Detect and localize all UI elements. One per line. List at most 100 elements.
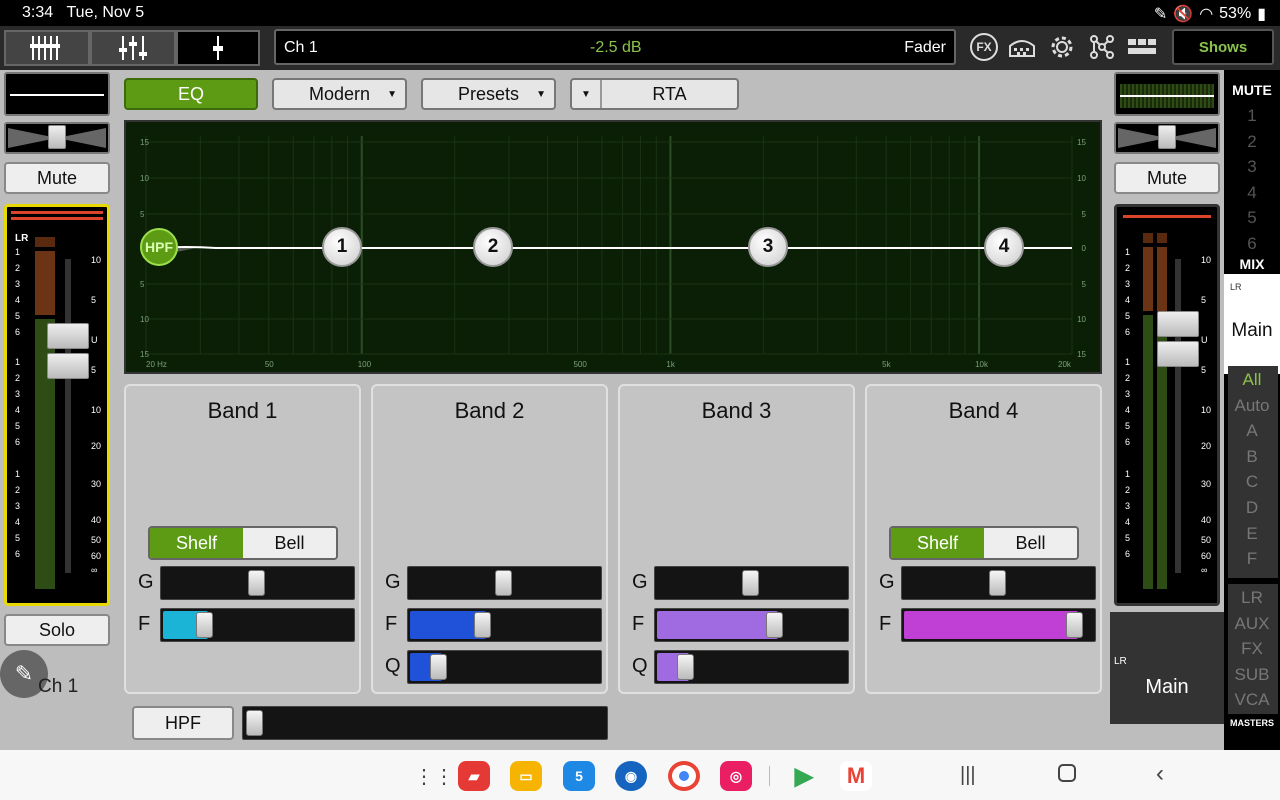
mute-group-4[interactable]: 4 xyxy=(1224,183,1280,203)
home-icon[interactable] xyxy=(1058,764,1076,782)
flipboard-app-icon[interactable]: ▰ xyxy=(458,761,490,791)
main-eq-thumbnail[interactable] xyxy=(1114,72,1220,116)
filter-c[interactable]: C xyxy=(1224,472,1280,492)
band-2-node[interactable]: 2 xyxy=(473,227,513,267)
channel-strip-view-button[interactable] xyxy=(90,30,176,66)
filter-b[interactable]: B xyxy=(1224,447,1280,467)
layout-button[interactable] xyxy=(1126,32,1158,62)
hpf-button[interactable]: HPF xyxy=(132,706,234,740)
filter-d[interactable]: D xyxy=(1224,498,1280,518)
mix-selector[interactable]: LR Main xyxy=(1224,274,1280,374)
messages-app-icon[interactable]: ◉ xyxy=(615,761,647,791)
band-3-freq-slider[interactable] xyxy=(654,608,849,642)
main-mute-button[interactable]: Mute xyxy=(1114,162,1220,194)
mute-group-2[interactable]: 2 xyxy=(1224,132,1280,152)
filter-a[interactable]: A xyxy=(1224,421,1280,441)
band-3-gain-slider[interactable] xyxy=(654,566,849,600)
play-store-app-icon[interactable]: ▶ xyxy=(788,761,820,791)
band-1-gain-slider[interactable] xyxy=(160,566,355,600)
pan-control[interactable] xyxy=(4,122,110,154)
shelf-option[interactable]: Shelf xyxy=(150,528,243,558)
meter-scale-label: 60 xyxy=(91,551,102,561)
mute-group-5[interactable]: 5 xyxy=(1224,208,1280,228)
back-icon[interactable]: ‹ xyxy=(1156,760,1164,788)
io-patch-button[interactable] xyxy=(1006,32,1038,62)
gain-knob[interactable] xyxy=(989,570,1006,596)
band-1-freq-slider[interactable] xyxy=(160,608,355,642)
meter-channel-label: 6 xyxy=(15,437,21,447)
q-knob[interactable] xyxy=(430,654,447,680)
band-4-node[interactable]: 4 xyxy=(984,227,1024,267)
mixer-view-button[interactable] xyxy=(4,30,90,66)
eq-thumbnail[interactable] xyxy=(4,72,110,116)
eq-toggle-button[interactable]: EQ xyxy=(124,78,258,110)
settings-button[interactable] xyxy=(1046,32,1078,62)
mute-group-1[interactable]: 1 xyxy=(1224,106,1280,126)
band-4-gain-slider[interactable] xyxy=(901,566,1096,600)
network-button[interactable] xyxy=(1086,32,1118,62)
channel-fader-handle[interactable] xyxy=(47,323,89,349)
presets-dropdown[interactable]: Presets ▼ xyxy=(421,78,556,110)
filter-e[interactable]: E xyxy=(1224,524,1280,544)
eq-graph[interactable]: 151510105500551010151520 Hz501005001k5k1… xyxy=(124,120,1102,374)
gmail-app-icon[interactable]: M xyxy=(840,761,872,791)
bell-option[interactable]: Bell xyxy=(243,528,336,558)
mute-group-3[interactable]: 3 xyxy=(1224,157,1280,177)
band-2-q-slider[interactable] xyxy=(407,650,602,684)
channel-info-bar[interactable]: Ch 1 -2.5 dB Fader xyxy=(274,29,956,65)
mix-bus-label: LR xyxy=(1230,282,1242,292)
solo-button[interactable]: Solo xyxy=(4,614,110,646)
left-mute-button[interactable]: Mute xyxy=(4,162,110,194)
hpf-slider[interactable] xyxy=(242,706,608,740)
master-fx[interactable]: FX xyxy=(1224,639,1280,659)
fx-button[interactable]: FX xyxy=(968,32,1000,62)
gain-knob[interactable] xyxy=(248,570,265,596)
shows-button[interactable]: Shows xyxy=(1172,29,1274,65)
main-meter-fader[interactable]: 10 5 U 5 10 20 30 40 50 60 ∞ 1 2 3 4 5 6 1 2 3 4 5 6 1 2 3 4 5 6 xyxy=(1114,204,1220,606)
main-pan-control[interactable] xyxy=(1114,122,1220,154)
shelf-bell-toggle[interactable]: Shelf Bell xyxy=(889,526,1079,560)
filter-all[interactable]: All xyxy=(1224,370,1280,390)
bell-option[interactable]: Bell xyxy=(984,528,1077,558)
freq-knob[interactable] xyxy=(766,612,783,638)
band-2-gain-slider[interactable] xyxy=(407,566,602,600)
main-pan-knob[interactable] xyxy=(1158,125,1176,149)
master-aux[interactable]: AUX xyxy=(1224,614,1280,634)
files-app-icon[interactable]: ▭ xyxy=(510,761,542,791)
calendar-app-icon[interactable]: 5 xyxy=(563,761,595,791)
hpf-knob[interactable] xyxy=(246,710,263,736)
channel-meter-fader[interactable]: LR 10 5 U 5 10 20 30 40 50 60 ∞ 1 2 3 4 5 6 1 2 3 4 5 6 1 2 3 4 5 6 xyxy=(4,204,110,606)
hpf-node[interactable]: HPF xyxy=(140,228,178,266)
band-2-freq-slider[interactable] xyxy=(407,608,602,642)
main-name-block[interactable]: LR Main xyxy=(1110,612,1224,724)
rta-label: RTA xyxy=(652,83,687,104)
gain-knob[interactable] xyxy=(495,570,512,596)
shelf-option[interactable]: Shelf xyxy=(891,528,984,558)
pan-knob[interactable] xyxy=(48,125,66,149)
freq-knob[interactable] xyxy=(474,612,491,638)
gain-knob[interactable] xyxy=(742,570,759,596)
camera-app-icon[interactable]: ◎ xyxy=(720,761,752,791)
mute-group-6[interactable]: 6 xyxy=(1224,234,1280,254)
band-4-freq-slider[interactable] xyxy=(901,608,1096,642)
main-fader-handle[interactable] xyxy=(1157,311,1199,337)
single-channel-view-button[interactable] xyxy=(176,30,260,66)
band-1-node[interactable]: 1 xyxy=(322,227,362,267)
channel-fader-handle-2[interactable] xyxy=(47,353,89,379)
chrome-app-icon[interactable] xyxy=(668,761,700,791)
band-3-node[interactable]: 3 xyxy=(748,227,788,267)
master-sub[interactable]: SUB xyxy=(1224,665,1280,685)
freq-knob[interactable] xyxy=(1066,612,1083,638)
eq-mode-dropdown[interactable]: Modern ▼ xyxy=(272,78,407,110)
q-knob[interactable] xyxy=(677,654,694,680)
band-3-q-slider[interactable] xyxy=(654,650,849,684)
rta-button[interactable]: ▼ RTA xyxy=(570,78,739,110)
master-lr[interactable]: LR xyxy=(1224,588,1280,608)
filter-f[interactable]: F xyxy=(1224,549,1280,569)
freq-knob[interactable] xyxy=(196,612,213,638)
filter-auto[interactable]: Auto xyxy=(1224,396,1280,416)
main-fader-handle-2[interactable] xyxy=(1157,341,1199,367)
shelf-bell-toggle[interactable]: Shelf Bell xyxy=(148,526,338,560)
recents-icon[interactable]: ||| xyxy=(960,764,976,787)
master-vca[interactable]: VCA xyxy=(1224,690,1280,710)
